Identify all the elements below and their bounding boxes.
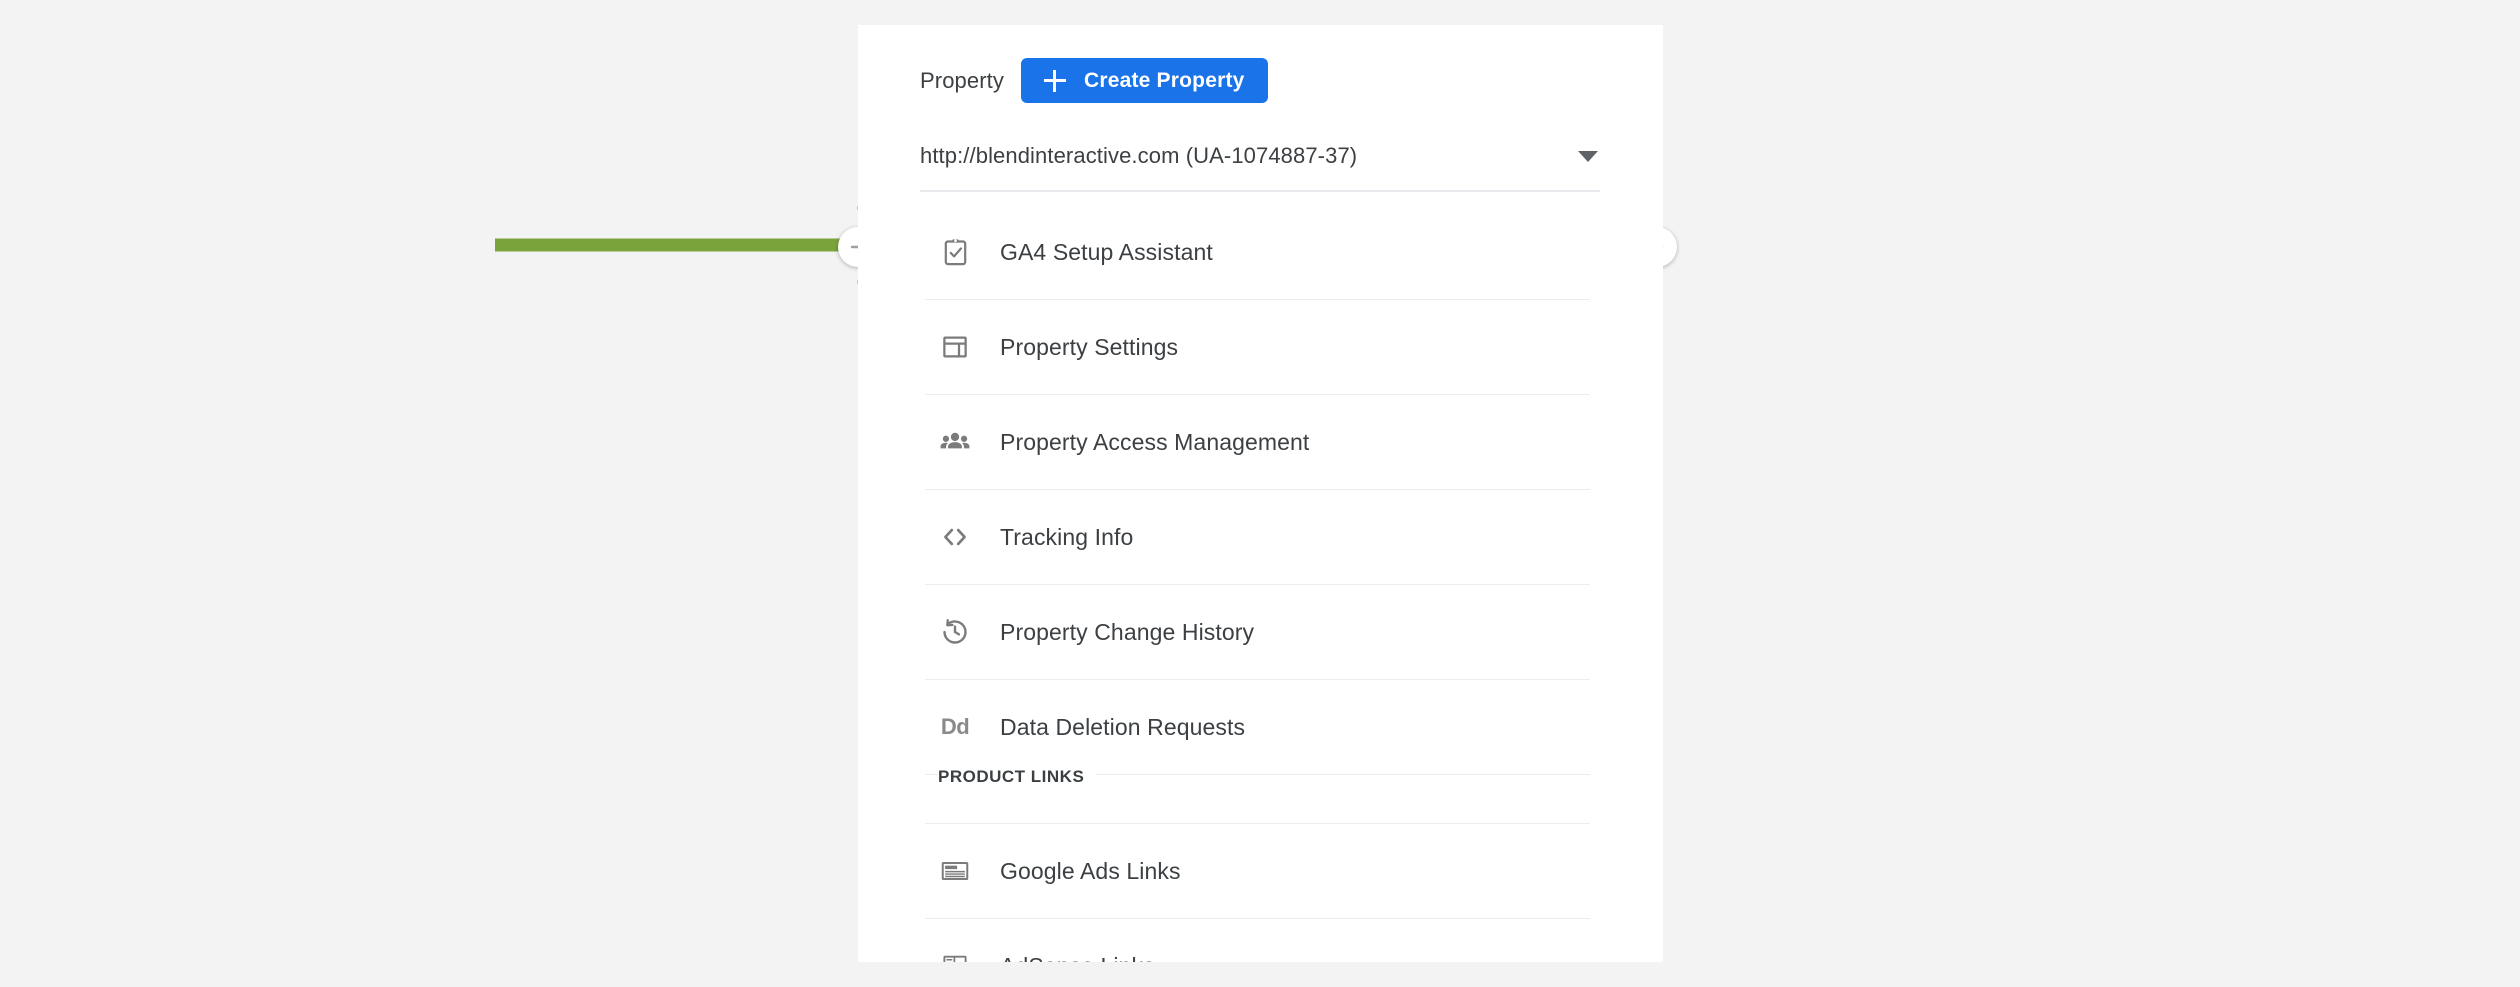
menu-item-label: Google Ads Links bbox=[1000, 857, 1181, 884]
chevron-down-icon bbox=[1578, 151, 1598, 162]
property-menu-list: GA4 Setup Assistant Property Settings Pr… bbox=[925, 205, 1590, 962]
section-header-label: PRODUCT LINKS bbox=[938, 767, 1097, 787]
dd-glyph: Dd bbox=[940, 714, 970, 739]
clipboard-check-icon bbox=[938, 235, 972, 269]
menu-item-property-settings[interactable]: Property Settings bbox=[925, 299, 1590, 394]
property-header: Property Create Property bbox=[920, 58, 1268, 103]
property-selector-dropdown[interactable]: http://blendinteractive.com (UA-1074887-… bbox=[920, 143, 1600, 192]
menu-item-label: Property Change History bbox=[1000, 618, 1255, 645]
menu-item-label: Property Access Management bbox=[1000, 428, 1310, 455]
menu-item-label: AdSense Links bbox=[1000, 953, 1155, 963]
create-property-button-label: Create Property bbox=[1083, 68, 1245, 92]
table-grid-icon bbox=[938, 949, 972, 962]
section-header-product-links: PRODUCT LINKS bbox=[925, 767, 1590, 823]
menu-item-label: GA4 Setup Assistant bbox=[1000, 238, 1213, 265]
menu-item-google-ads-links[interactable]: Google Ads Links bbox=[925, 823, 1590, 918]
create-property-button[interactable]: Create Property bbox=[1020, 58, 1268, 103]
layout-panel-icon bbox=[938, 330, 972, 364]
people-group-icon bbox=[938, 425, 972, 459]
plus-icon bbox=[1043, 69, 1066, 92]
menu-item-label: Property Settings bbox=[1000, 333, 1179, 360]
menu-item-property-change-history[interactable]: Property Change History bbox=[925, 584, 1590, 679]
history-clock-icon bbox=[938, 615, 972, 649]
menu-item-data-deletion-requests[interactable]: Dd Data Deletion Requests bbox=[925, 679, 1590, 774]
menu-item-property-access-management[interactable]: Property Access Management bbox=[925, 394, 1590, 489]
property-label: Property bbox=[920, 67, 1004, 93]
code-brackets-icon bbox=[938, 520, 972, 554]
dd-text-icon: Dd bbox=[938, 710, 972, 744]
menu-item-tracking-info[interactable]: Tracking Info bbox=[925, 489, 1590, 584]
menu-item-label: Data Deletion Requests bbox=[1000, 713, 1246, 740]
menu-item-label: Tracking Info bbox=[1000, 523, 1134, 550]
menu-item-ga4-setup-assistant[interactable]: GA4 Setup Assistant bbox=[925, 205, 1590, 299]
property-settings-panel: Property Create Property http://blendint… bbox=[858, 25, 1663, 962]
property-selector-value: http://blendinteractive.com (UA-1074887-… bbox=[920, 143, 1358, 168]
menu-item-adsense-links[interactable]: AdSense Links bbox=[925, 918, 1590, 962]
ad-banner-icon bbox=[938, 854, 972, 888]
